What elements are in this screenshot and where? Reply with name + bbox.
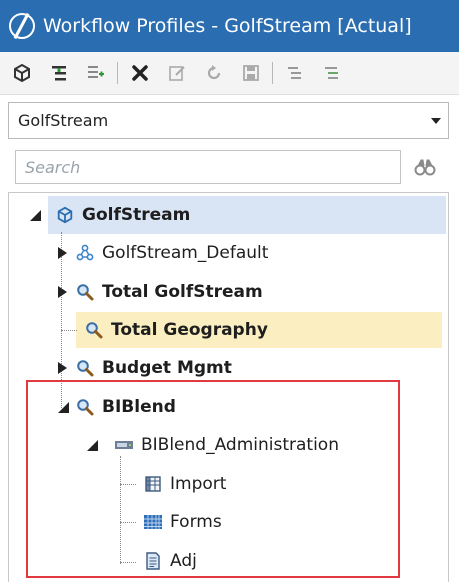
tree-item-label: Total Geography: [111, 320, 268, 340]
tree-item-label: GolfStream_Default: [102, 243, 269, 263]
insert-sibling-button[interactable]: [81, 58, 111, 88]
tree-item-golfstream-default[interactable]: GolfStream_Default: [75, 235, 268, 271]
expand-arrow-icon[interactable]: [56, 362, 68, 374]
dropdown-arrow-icon: [424, 117, 448, 124]
refresh-icon: [207, 65, 221, 80]
window-title: Workflow Profiles - GolfStream [Actual]: [43, 15, 412, 37]
search-filter-button[interactable]: [412, 155, 438, 179]
insert-sibling-icon: [88, 66, 104, 78]
magnifier-icon: [84, 320, 104, 340]
expand-all-icon: [325, 67, 338, 79]
tree-item-golfstream[interactable]: GolfStream: [55, 197, 190, 233]
delete-icon: [132, 65, 148, 81]
expand-arrow-icon[interactable]: [56, 247, 68, 259]
collapse-all-icon: [288, 67, 301, 79]
search-input[interactable]: [15, 150, 401, 184]
app-logo-icon: [9, 13, 35, 39]
annotation-highlight-box: [26, 380, 400, 578]
expand-all-button[interactable]: [317, 58, 347, 88]
insert-child-button[interactable]: [44, 58, 74, 88]
refresh-button[interactable]: [199, 58, 229, 88]
magnifier-icon: [75, 358, 95, 378]
collapse-arrow-icon[interactable]: [29, 209, 41, 221]
title-bar: Workflow Profiles - GolfStream [Actual]: [0, 0, 459, 52]
save-button[interactable]: [236, 58, 266, 88]
insert-child-icon: [52, 66, 66, 81]
binoculars-icon: [414, 159, 436, 176]
cube-button[interactable]: [7, 58, 37, 88]
dropdown-value: GolfStream: [18, 111, 109, 130]
toolbar-separator: [117, 62, 118, 84]
toolbar-separator: [272, 62, 273, 84]
cube-icon: [55, 205, 75, 225]
tree-item-total-golfstream[interactable]: Total GolfStream: [75, 274, 263, 310]
tree-connector: [61, 330, 77, 331]
cube-icon: [14, 63, 30, 83]
tree-item-total-geography[interactable]: Total Geography: [84, 312, 268, 348]
magnifier-icon: [75, 282, 95, 302]
network-icon: [75, 243, 95, 263]
toolbar: [0, 52, 459, 95]
edit-icon: [169, 66, 185, 81]
save-icon: [243, 65, 259, 81]
collapse-all-button[interactable]: [280, 58, 310, 88]
edit-button[interactable]: [162, 58, 192, 88]
delete-button[interactable]: [125, 58, 155, 88]
tree-item-label: Budget Mgmt: [102, 358, 232, 378]
expand-arrow-icon[interactable]: [56, 286, 68, 298]
tree-item-label: GolfStream: [82, 205, 191, 225]
profile-dropdown[interactable]: GolfStream: [8, 102, 449, 139]
tree-item-label: Total GolfStream: [102, 282, 263, 302]
